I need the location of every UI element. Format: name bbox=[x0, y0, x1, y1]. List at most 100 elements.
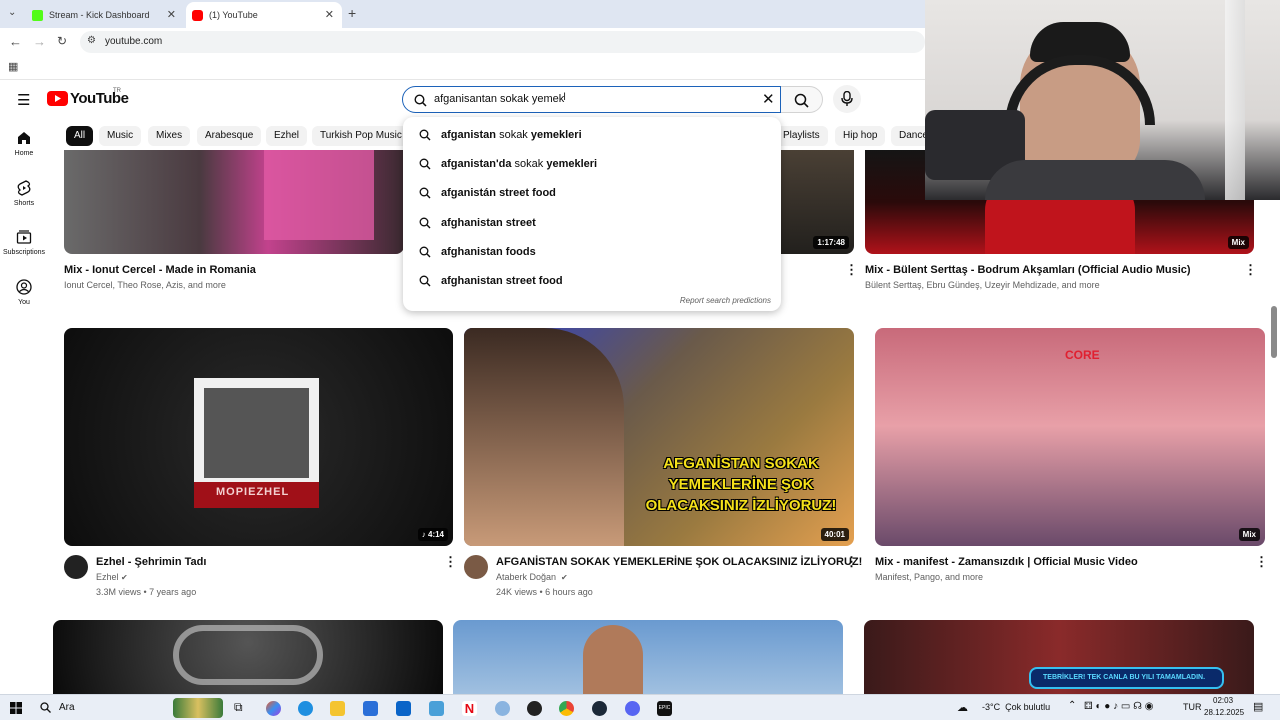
video-title[interactable]: Mix - Bülent Serttaş - Bodrum Akşamları … bbox=[865, 264, 1191, 276]
discord-icon[interactable] bbox=[625, 701, 640, 716]
video-thumbnail[interactable] bbox=[53, 620, 443, 694]
chip-arabesque[interactable]: Arabesque bbox=[197, 126, 262, 146]
video-thumbnail[interactable]: 1:17:48 bbox=[781, 150, 854, 254]
epic-games-icon[interactable]: EPIC bbox=[657, 701, 672, 716]
close-tab-icon[interactable]: ✕ bbox=[325, 8, 334, 21]
video-meta[interactable]: Ionut Cercel, Theo Rose, Azis, and more bbox=[64, 280, 226, 290]
outlook-icon[interactable] bbox=[396, 701, 411, 716]
search-suggestions-dropdown: afganistan sokak yemekleri afganistan'da… bbox=[403, 117, 781, 311]
more-options-icon[interactable]: ⋮ bbox=[845, 262, 858, 278]
video-thumbnail[interactable]: CORE Mix bbox=[875, 328, 1265, 546]
clock-date[interactable]: 28.12.2025 bbox=[1204, 708, 1244, 717]
search-highlight-icon[interactable] bbox=[173, 698, 223, 718]
video-thumbnail[interactable]: MOPIEZHEL ♪ 4:14 bbox=[64, 328, 453, 546]
more-options-icon[interactable]: ⋮ bbox=[1244, 262, 1257, 278]
reload-icon[interactable]: ↻ bbox=[57, 34, 67, 48]
thumbnail-person bbox=[464, 328, 624, 546]
edge-icon[interactable] bbox=[298, 701, 313, 716]
video-title[interactable]: AFGANİSTAN SOKAK YEMEKLERİNE ŞOK OLACAKS… bbox=[496, 556, 862, 568]
sidenav-home[interactable]: Home bbox=[0, 130, 48, 157]
subscriptions-icon bbox=[16, 230, 32, 244]
apps-grid-icon[interactable]: ▦ bbox=[8, 60, 18, 73]
store-icon[interactable] bbox=[363, 701, 378, 716]
suggestion-text: afganistan bbox=[441, 129, 497, 141]
tray-app-icons[interactable]: ⚃ ◐ ● ♪ ▭ ☊ ◉ bbox=[1084, 701, 1154, 712]
webcam-overlay bbox=[925, 0, 1280, 200]
tab-kick-dashboard[interactable]: Stream - Kick Dashboard ✕ bbox=[26, 2, 184, 28]
task-view-icon[interactable]: ⧉ bbox=[234, 700, 243, 715]
channel-name[interactable]: Ezhel bbox=[96, 572, 119, 582]
channel-name[interactable]: Ataberk Doğan bbox=[496, 572, 556, 582]
chip-turkish-pop-music[interactable]: Turkish Pop Music bbox=[312, 126, 410, 146]
url-field[interactable]: ⚙ youtube.com bbox=[80, 31, 925, 53]
avatar[interactable] bbox=[464, 555, 488, 579]
video-thumbnail[interactable]: AFGANİSTAN SOKAK YEMEKLERİNE ŞOK OLACAKS… bbox=[464, 328, 854, 546]
suggestion-item[interactable]: afghanistan street food bbox=[419, 271, 563, 291]
chip-playlists[interactable]: Playlists bbox=[775, 126, 828, 146]
chip-music[interactable]: Music bbox=[99, 126, 142, 146]
thumbnail-person bbox=[583, 625, 643, 694]
language-indicator[interactable]: TUR bbox=[1183, 702, 1202, 712]
page-scrollbar[interactable] bbox=[1271, 306, 1277, 358]
app-icon[interactable] bbox=[429, 701, 444, 716]
search-icon bbox=[419, 129, 431, 141]
tab-youtube[interactable]: (1) YouTube ✕ bbox=[186, 2, 342, 28]
video-title[interactable]: Mix - Ionut Cercel - Made in Romania bbox=[64, 264, 256, 276]
windows-start-icon[interactable] bbox=[10, 702, 22, 714]
video-thumbnail[interactable]: TEBRİKLER! TEK CANLA BU YILI TAMAMLADIN. bbox=[864, 620, 1254, 694]
report-predictions-link[interactable]: Report search predictions bbox=[680, 296, 771, 305]
suggestion-item[interactable]: afganistan'da sokak yemekleri bbox=[419, 154, 597, 174]
steam-icon[interactable] bbox=[592, 701, 607, 716]
taskbar-search-label[interactable]: Ara bbox=[59, 702, 75, 713]
youtube-logo-icon[interactable] bbox=[47, 91, 68, 106]
search-button[interactable] bbox=[781, 86, 823, 113]
chip-hip-hop[interactable]: Hip hop bbox=[835, 126, 886, 146]
video-meta[interactable]: Manifest, Pango, and more bbox=[875, 572, 983, 582]
suggestion-item[interactable]: afghanistan foods bbox=[419, 242, 536, 262]
new-tab-icon[interactable]: + bbox=[348, 5, 356, 21]
sidenav-you[interactable]: You bbox=[0, 279, 48, 306]
copilot-icon[interactable] bbox=[266, 701, 281, 716]
more-options-icon[interactable]: ⋮ bbox=[444, 554, 457, 570]
duration-badge: 1:17:48 bbox=[813, 236, 849, 249]
search-input[interactable]: afganisantan sokak yemek I ✕ bbox=[402, 86, 781, 113]
sidenav-shorts[interactable]: Shorts bbox=[0, 180, 48, 207]
suggestion-text: afganistan'da bbox=[441, 158, 512, 170]
menu-hamburger-icon[interactable]: ☰ bbox=[17, 91, 30, 109]
video-meta[interactable]: Bülent Serttaş, Ebru Gündeş, Uzeyir Mehd… bbox=[865, 280, 1100, 290]
verified-icon: ✔ bbox=[561, 573, 568, 582]
avatar[interactable] bbox=[64, 555, 88, 579]
video-title[interactable]: Ezhel - Şehrimin Tadı bbox=[96, 556, 206, 568]
weather-text[interactable]: -3°C Çok bulutlu bbox=[982, 702, 1050, 712]
chip-mixes[interactable]: Mixes bbox=[148, 126, 191, 146]
video-thumbnail[interactable] bbox=[64, 150, 404, 254]
suggestion-text: afghanistan street food bbox=[441, 275, 563, 287]
obs-icon[interactable] bbox=[527, 701, 542, 716]
settings-icon[interactable] bbox=[495, 701, 510, 716]
suggestion-item[interactable]: afganistán street food bbox=[419, 183, 556, 203]
voice-search-button[interactable] bbox=[833, 85, 861, 113]
back-icon[interactable]: ← bbox=[9, 34, 22, 49]
more-options-icon[interactable]: ⋮ bbox=[845, 554, 858, 570]
forward-icon[interactable]: → bbox=[33, 34, 46, 49]
site-info-icon[interactable]: ⚙ bbox=[87, 35, 96, 46]
netflix-icon[interactable]: N bbox=[462, 701, 477, 716]
notification-icon[interactable]: ▤ bbox=[1253, 700, 1263, 713]
suggestion-item[interactable]: afghanistan street bbox=[419, 213, 536, 233]
sidenav-label: Shorts bbox=[13, 200, 35, 207]
chip-all[interactable]: All bbox=[66, 126, 94, 146]
chip-ezhel[interactable]: Ezhel bbox=[266, 126, 308, 146]
chrome-icon[interactable] bbox=[559, 701, 574, 716]
clock-time[interactable]: 02:03 bbox=[1213, 696, 1233, 705]
suggestion-item[interactable]: afganistan sokak yemekleri bbox=[419, 125, 582, 145]
tab-list-chevron-icon[interactable]: ⌄ bbox=[8, 7, 16, 18]
video-thumbnail[interactable] bbox=[453, 620, 843, 694]
video-title[interactable]: Mix - manifest - Zamansızdık | Official … bbox=[875, 556, 1138, 568]
sidenav-subscriptions[interactable]: Subscriptions bbox=[0, 229, 48, 256]
file-explorer-icon[interactable] bbox=[330, 701, 345, 716]
tray-chevron-icon[interactable]: ⌃ bbox=[1068, 700, 1076, 711]
taskbar-search-icon[interactable] bbox=[40, 702, 51, 713]
more-options-icon[interactable]: ⋮ bbox=[1255, 554, 1268, 570]
clear-search-icon[interactable]: ✕ bbox=[762, 90, 775, 108]
close-tab-icon[interactable]: ✕ bbox=[167, 8, 176, 21]
